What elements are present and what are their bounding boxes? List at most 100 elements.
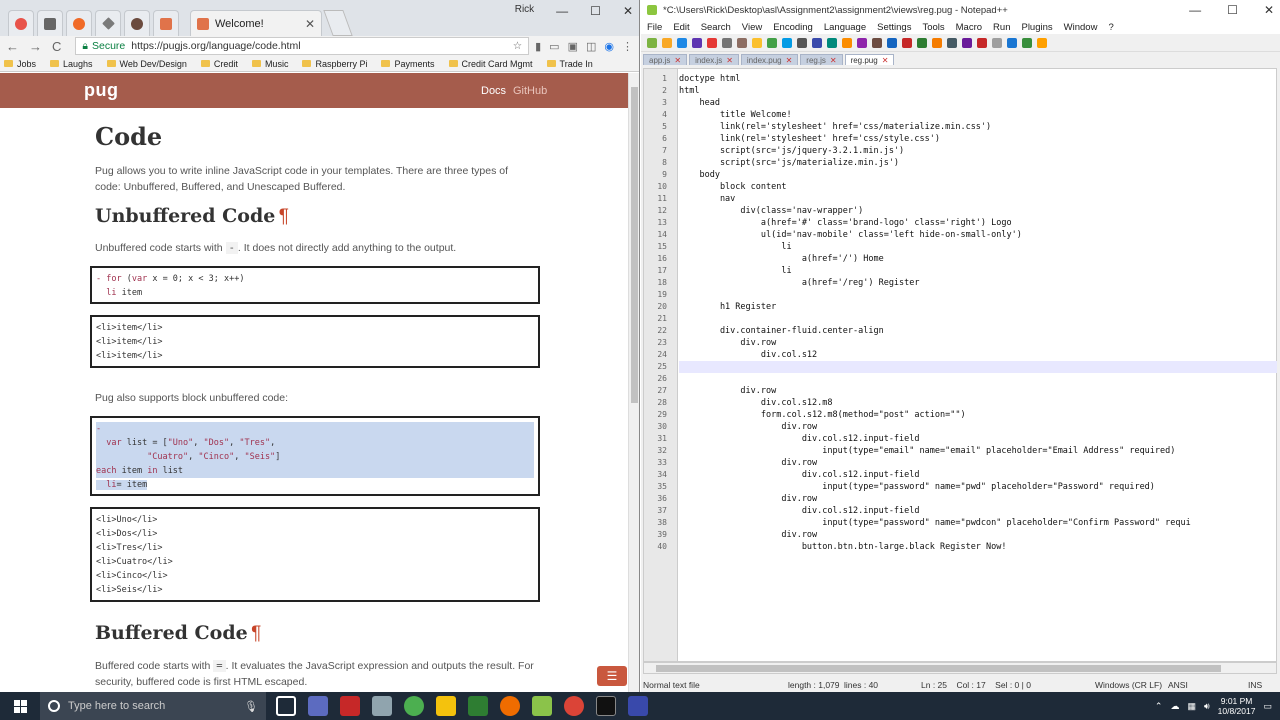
toolbar-icon[interactable] bbox=[842, 37, 852, 48]
pinned-tab-5[interactable] bbox=[124, 10, 150, 36]
page-scrollbar[interactable] bbox=[628, 73, 639, 692]
toolbar-icon[interactable] bbox=[797, 37, 807, 48]
code-line[interactable]: div.row bbox=[679, 421, 817, 433]
toolbar-icon[interactable] bbox=[887, 37, 897, 48]
menu-item-run[interactable]: Run bbox=[993, 22, 1010, 33]
code-line[interactable]: li bbox=[679, 265, 791, 277]
code-line[interactable]: a(href='#' class='brand-logo' class='rig… bbox=[679, 217, 1012, 229]
file-explorer-icon[interactable] bbox=[436, 696, 456, 716]
toolbar-icon[interactable] bbox=[917, 37, 927, 48]
code-line[interactable]: li bbox=[679, 241, 791, 253]
code-line[interactable]: div.col.s12.input-field bbox=[679, 433, 920, 445]
code-line[interactable]: head bbox=[679, 97, 719, 109]
toolbar-icon[interactable] bbox=[647, 37, 657, 48]
toc-button[interactable]: ☰ bbox=[597, 666, 627, 686]
bookmark-item[interactable]: Jobs bbox=[4, 59, 36, 69]
code-line[interactable]: doctype html bbox=[679, 73, 740, 85]
close-tab-icon[interactable]: ✕ bbox=[726, 56, 733, 65]
code-line[interactable]: button.btn.btn-large.black Register Now! bbox=[679, 541, 1007, 553]
pug-logo[interactable]: pug bbox=[84, 80, 119, 101]
menu-item-edit[interactable]: Edit bbox=[673, 22, 689, 33]
scrollbar-thumb[interactable] bbox=[656, 665, 1221, 672]
code-line[interactable]: div.col.s12.m8 bbox=[679, 397, 833, 409]
firefox-icon[interactable] bbox=[500, 696, 520, 716]
menu-item-encoding[interactable]: Encoding bbox=[773, 22, 813, 33]
code-line[interactable]: nav bbox=[679, 193, 735, 205]
code-line[interactable]: input(type="password" name="pwdcon" plac… bbox=[679, 517, 1190, 529]
tab-welcome[interactable]: Welcome! ✕ bbox=[190, 10, 322, 36]
menu-item-tools[interactable]: Tools bbox=[922, 22, 944, 33]
toolbar-icon[interactable] bbox=[782, 37, 792, 48]
toolbar-icon[interactable] bbox=[947, 37, 957, 48]
app-icon-11[interactable] bbox=[628, 696, 648, 716]
code-line[interactable]: div.row bbox=[679, 385, 776, 397]
menu-item-macro[interactable]: Macro bbox=[956, 22, 982, 33]
file-tab[interactable]: index.pug ✕ bbox=[740, 54, 799, 65]
app-icon-1[interactable] bbox=[308, 696, 328, 716]
toolbar-icon[interactable] bbox=[707, 37, 717, 48]
code-line[interactable]: link(rel='stylesheet' href='css/material… bbox=[679, 121, 991, 133]
chrome-icon[interactable] bbox=[564, 696, 584, 716]
code-line[interactable]: title Welcome! bbox=[679, 109, 792, 121]
toolbar-icon[interactable] bbox=[662, 37, 672, 48]
minimize-icon[interactable]: — bbox=[1189, 3, 1201, 17]
code-line[interactable]: script(src='js/materialize.min.js') bbox=[679, 157, 899, 169]
new-tab-button[interactable] bbox=[323, 10, 353, 36]
close-tab-icon[interactable]: ✕ bbox=[830, 56, 837, 65]
code-line[interactable]: a(href='/') Home bbox=[679, 253, 884, 265]
close-window-icon[interactable]: ✕ bbox=[623, 4, 633, 18]
toolbar-icon[interactable] bbox=[992, 37, 1002, 48]
toolbar-icon[interactable] bbox=[1022, 37, 1032, 48]
address-bar[interactable]: 🔒︎ Secure https://pugjs.org/language/cod… bbox=[75, 37, 530, 55]
pinned-tab-3[interactable] bbox=[66, 10, 92, 36]
network-icon[interactable]: ▦ bbox=[1187, 701, 1196, 712]
code-line[interactable]: ul(id='nav-mobile' class='left hide-on-s… bbox=[679, 229, 1022, 241]
permalink-icon[interactable]: ¶ bbox=[279, 206, 289, 227]
toolbar-icon[interactable] bbox=[1037, 37, 1047, 48]
toolbar-icon[interactable] bbox=[1007, 37, 1017, 48]
horizontal-scrollbar[interactable] bbox=[643, 662, 1277, 674]
menu-item-plugins[interactable]: Plugins bbox=[1021, 22, 1052, 33]
extension-icon-3[interactable]: ▣ bbox=[568, 40, 578, 53]
menu-item-[interactable]: ? bbox=[1108, 22, 1113, 33]
code-line[interactable]: form.col.s12.m8(method="post" action="") bbox=[679, 409, 966, 421]
maximize-icon[interactable]: ☐ bbox=[1227, 3, 1238, 17]
code-line[interactable]: h1 Register bbox=[679, 301, 776, 313]
extension-icon-4[interactable]: ◫ bbox=[586, 40, 596, 53]
bookmark-item[interactable]: Laughs bbox=[50, 59, 93, 69]
pinned-tab-2[interactable] bbox=[37, 10, 63, 36]
menu-item-language[interactable]: Language bbox=[824, 22, 866, 33]
code-line[interactable]: input(type="email" name="email" placehol… bbox=[679, 445, 1175, 457]
notepadpp-taskbar-icon[interactable] bbox=[532, 696, 552, 716]
code-line[interactable]: div(class='nav-wrapper') bbox=[679, 205, 863, 217]
pinned-tab-4[interactable] bbox=[95, 10, 121, 36]
url-text[interactable]: https://pugjs.org/language/code.html bbox=[131, 40, 300, 52]
close-tab-icon[interactable]: ✕ bbox=[882, 56, 889, 65]
pinned-tab-6[interactable] bbox=[153, 10, 179, 36]
star-icon[interactable]: ☆ bbox=[513, 40, 522, 52]
maximize-icon[interactable]: ☐ bbox=[590, 4, 601, 18]
dropbox-icon[interactable]: ☁ bbox=[1170, 701, 1179, 712]
toolbar-icon[interactable] bbox=[827, 37, 837, 48]
extension-icon-1[interactable]: ▮ bbox=[535, 40, 541, 53]
code-line[interactable]: block content bbox=[679, 181, 787, 193]
code-line[interactable]: div.col.s12 bbox=[679, 349, 817, 361]
bookmark-item[interactable]: Credit bbox=[200, 59, 238, 69]
file-tab[interactable]: app.js ✕ bbox=[643, 54, 688, 65]
toolbar-icon[interactable] bbox=[872, 37, 882, 48]
code-line[interactable]: div.container-fluid.center-align bbox=[679, 325, 884, 337]
toolbar-icon[interactable] bbox=[692, 37, 702, 48]
toolbar-icon[interactable] bbox=[767, 37, 777, 48]
minimize-icon[interactable]: — bbox=[556, 4, 568, 18]
tray-chevron-icon[interactable]: ⌃ bbox=[1155, 701, 1163, 712]
code-line[interactable]: div.row bbox=[679, 493, 817, 505]
nav-docs-link[interactable]: Docs bbox=[481, 85, 506, 97]
bookmark-item[interactable]: Credit Card Mgmt bbox=[448, 59, 533, 69]
close-tab-icon[interactable]: ✕ bbox=[786, 56, 793, 65]
app-icon-6[interactable] bbox=[468, 696, 488, 716]
file-tab[interactable]: index.js ✕ bbox=[689, 54, 739, 65]
file-tab[interactable]: reg.pug ✕ bbox=[844, 54, 895, 65]
bookmark-item[interactable]: Payments bbox=[381, 59, 435, 69]
toolbar-icon[interactable] bbox=[857, 37, 867, 48]
toolbar-icon[interactable] bbox=[722, 37, 732, 48]
